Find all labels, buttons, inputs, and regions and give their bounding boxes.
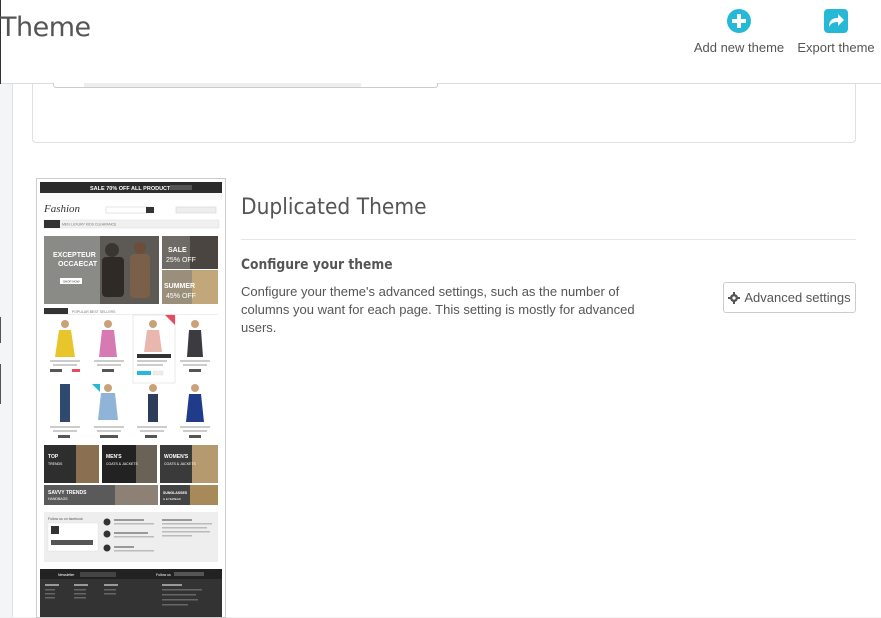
svg-text:Follow us on facebook: Follow us on facebook: [48, 517, 83, 521]
svg-text:OCCAECAT: OCCAECAT: [58, 261, 98, 268]
svg-text:& EYEWEAR: & EYEWEAR: [163, 497, 182, 501]
advanced-settings-button[interactable]: Advanced settings: [723, 282, 856, 313]
svg-text:TOP: TOP: [48, 454, 59, 460]
svg-text:SAVVY TRENDS: SAVVY TRENDS: [48, 490, 87, 496]
svg-text:HANDBAGS: HANDBAGS: [48, 497, 68, 501]
svg-text:EXCEPTEUR: EXCEPTEUR: [53, 252, 96, 259]
theme-preview-image: SALE 70% OFF ALL PRODUCTS Fashion MEN LU…: [36, 178, 226, 618]
left-strip: [0, 84, 12, 617]
input-field-stub[interactable]: [84, 83, 361, 87]
share-icon: [824, 9, 848, 33]
svg-text:TRENDS: TRENDS: [48, 462, 63, 466]
svg-text:COATS & JACKETS: COATS & JACKETS: [106, 462, 138, 466]
svg-text:Newsletter: Newsletter: [58, 573, 75, 577]
export-theme-label: Export theme: [797, 40, 875, 55]
configure-title: Configure your theme: [241, 257, 393, 273]
svg-text:SALE: SALE: [168, 247, 187, 254]
preview-logo: Fashion: [43, 203, 81, 215]
input-group-stub[interactable]: [53, 83, 438, 88]
preview-hero-btn: SHOP NOW: [63, 280, 80, 284]
svg-text:SUMMER: SUMMER: [164, 283, 195, 290]
preview-promo: SALE 70% OFF ALL PRODUCTS: [90, 186, 174, 192]
gear-icon: [728, 291, 741, 304]
add-new-theme-label: Add new theme: [693, 40, 785, 55]
theme-name: Duplicated Theme: [241, 195, 427, 220]
plus-circle-icon: [727, 9, 751, 33]
svg-text:SUNGLASSES: SUNGLASSES: [163, 491, 188, 495]
svg-text:45% OFF: 45% OFF: [166, 293, 196, 300]
advanced-settings-label: Advanced settings: [744, 290, 851, 305]
strip-mark: [0, 317, 1, 343]
strip-mark: [0, 364, 1, 404]
svg-text:MEN LUXURY KIDS CLEARANC: MEN LUXURY KIDS CLEARANCE: [62, 223, 117, 227]
svg-text:COATS & JACKETS: COATS & JACKETS: [164, 462, 196, 466]
svg-text:MEN'S: MEN'S: [106, 454, 122, 460]
svg-text:Follow us: Follow us: [156, 573, 171, 577]
configure-description: Configure your theme's advanced settings…: [241, 284, 635, 335]
export-theme-button[interactable]: Export theme: [795, 8, 877, 55]
svg-text:WOMEN'S: WOMEN'S: [164, 454, 189, 460]
previous-panel: [32, 83, 856, 143]
divider: [241, 239, 856, 240]
page-header: Theme Add new theme Export theme: [0, 0, 881, 84]
theme-thumbnail: SALE 70% OFF ALL PRODUCTS Fashion MEN LU…: [40, 182, 222, 617]
page-title: Theme: [0, 12, 91, 43]
add-new-theme-button[interactable]: Add new theme: [692, 8, 786, 55]
svg-text:POPULAR BEST SELLERS: POPULAR BEST SELLERS: [72, 310, 116, 314]
svg-text:25% OFF: 25% OFF: [166, 257, 196, 264]
